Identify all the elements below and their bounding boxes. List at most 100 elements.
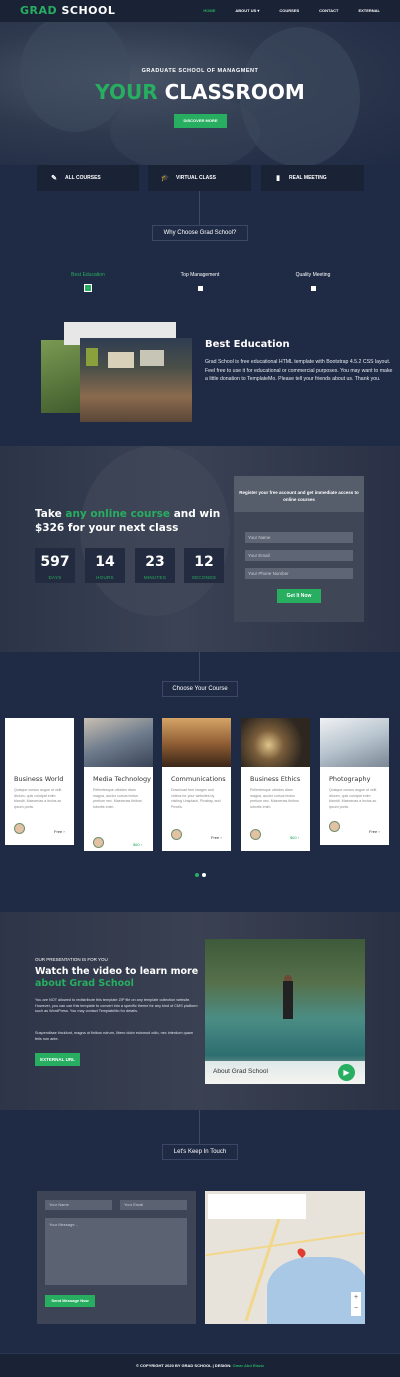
course-price-text: Free xyxy=(369,829,378,834)
course-price[interactable]: Free › xyxy=(211,835,222,840)
course-text: Pellentesque ultricies diam magna, aucto… xyxy=(250,788,299,809)
nav-courses[interactable]: COURSES xyxy=(279,8,299,13)
course-title: Business Ethics xyxy=(250,775,301,783)
divider-line xyxy=(199,191,200,225)
course-image xyxy=(241,718,310,767)
footer-copyright: © COPYRIGHT 2020 BY GRAD SCHOOL | DESIGN… xyxy=(135,1363,233,1368)
map-embed[interactable]: + − xyxy=(205,1191,365,1324)
map-zoom-controls[interactable]: + − xyxy=(351,1292,361,1316)
tab-indicator[interactable] xyxy=(311,286,316,291)
tab-top-management[interactable]: Top Management xyxy=(160,272,240,278)
feature-label: VIRTUAL CLASS xyxy=(176,175,216,181)
video-text: Suspendisse tincidunt, magna ut finibus … xyxy=(35,1031,194,1041)
course-price[interactable]: $60 › xyxy=(290,835,299,840)
carousel-dot[interactable] xyxy=(202,873,206,877)
feature-real-meeting[interactable]: ▮ REAL MEETING xyxy=(261,165,364,191)
course-text: Download free images and videos for your… xyxy=(171,788,221,809)
feature-label: ALL COURSES xyxy=(65,175,101,181)
nav-about-us[interactable]: ABOUT US ▾ xyxy=(235,8,259,13)
discover-more-button[interactable]: DISCOVER MORE xyxy=(174,114,227,128)
nav-home[interactable]: HOME xyxy=(203,8,215,13)
register-name-field[interactable]: Your Name xyxy=(245,532,353,543)
course-price[interactable]: Free › xyxy=(54,829,65,834)
nav-contact[interactable]: CONTACT xyxy=(319,8,338,13)
register-heading: Register your free account and get immed… xyxy=(234,476,364,512)
course-card-media-technology[interactable]: Media Technology Pellentesque ultricies … xyxy=(84,718,153,851)
course-price[interactable]: $60 › xyxy=(133,842,142,847)
course-price-text: Free xyxy=(54,829,63,834)
register-phone-field[interactable]: Your Phone Number xyxy=(245,568,353,579)
countdown-label: DAYS xyxy=(48,575,62,580)
logo-text-part1: GRAD xyxy=(20,4,58,17)
course-card-business-ethics[interactable]: Business Ethics Pellentesque ultricies d… xyxy=(241,718,310,851)
offer-title-highlight: any online course xyxy=(65,508,171,520)
main-nav: HOME ABOUT US ▾ COURSES CONTACT EXTERNAL xyxy=(203,8,380,13)
contact-form: Your Name Your Email Your Message... Sen… xyxy=(37,1191,196,1324)
course-card-photography[interactable]: Photography Quisque cursus augue ut veli… xyxy=(320,718,389,845)
book-icon: ▮ xyxy=(276,175,280,182)
offer-title-pre: Take xyxy=(35,508,66,520)
feature-label: REAL MEETING xyxy=(289,175,327,181)
course-price-text: $60 xyxy=(290,835,297,840)
video-small-heading: OUR PRESENTATION IS FOR YOU xyxy=(35,957,108,962)
video-thumbnail[interactable]: About Grad School ▶ xyxy=(205,939,365,1084)
hero-title-highlight: YOUR xyxy=(95,80,158,104)
course-card-communications[interactable]: Communications Download free images and … xyxy=(162,718,231,851)
divider-line xyxy=(199,1110,200,1144)
education-image-lecture-hall xyxy=(80,338,192,422)
avatar xyxy=(329,821,340,832)
countdown-label: SECONDS xyxy=(191,575,217,580)
pencil-icon: ✎ xyxy=(51,175,57,182)
carousel-dot-active[interactable] xyxy=(195,873,199,877)
hero-title: YOUR CLASSROOM xyxy=(0,80,400,104)
countdown-label: HOURS xyxy=(96,575,114,580)
countdown-value: 14 xyxy=(95,554,115,570)
get-it-now-button[interactable]: Get It Now xyxy=(277,589,321,603)
countdown-seconds: 12 SECONDS xyxy=(184,548,224,583)
video-caption-bar: About Grad School ▶ xyxy=(205,1061,365,1084)
map-info-card xyxy=(208,1194,306,1219)
course-price[interactable]: Free › xyxy=(369,829,380,834)
feature-all-courses[interactable]: ✎ ALL COURSES xyxy=(37,165,139,191)
tab-best-education[interactable]: Best Education xyxy=(48,272,128,278)
contact-name-field[interactable]: Your Name xyxy=(45,1200,112,1210)
nav-external[interactable]: EXTERNAL xyxy=(358,8,380,13)
avatar xyxy=(14,823,25,834)
footer-designer-link[interactable]: Omar Abd Elaziz xyxy=(233,1363,264,1368)
logo[interactable]: GRAD SCHOOL xyxy=(20,4,115,17)
contact-email-field[interactable]: Your Email xyxy=(120,1200,187,1210)
course-title: Media Technology xyxy=(93,775,151,783)
video-text: You are NOT allowed to redistribute this… xyxy=(35,998,198,1013)
course-image xyxy=(162,718,231,767)
contact-message-field[interactable]: Your Message... xyxy=(45,1218,187,1285)
course-price-text: Free xyxy=(211,835,220,840)
tab-quality-meeting[interactable]: Quality Meeting xyxy=(273,272,353,278)
tab-indicator-active[interactable] xyxy=(84,284,92,292)
tab-indicator[interactable] xyxy=(198,286,203,291)
play-icon[interactable]: ▶ xyxy=(338,1064,355,1081)
courses-heading: Choose Your Course xyxy=(162,681,238,697)
course-title: Communications xyxy=(171,775,226,783)
site-header: GRAD SCHOOL HOME ABOUT US ▾ COURSES CONT… xyxy=(0,0,400,22)
countdown-days: 597 DAYS xyxy=(35,548,75,583)
countdown-label: MINUTES xyxy=(143,575,167,580)
divider-line xyxy=(199,652,200,681)
avatar xyxy=(250,829,261,840)
graduation-cap-icon: 🎓 xyxy=(160,175,170,182)
external-url-button[interactable]: EXTERNAL URL xyxy=(35,1053,80,1066)
feature-virtual-class[interactable]: 🎓 VIRTUAL CLASS xyxy=(148,165,251,191)
countdown-value: 12 xyxy=(194,554,214,570)
avatar xyxy=(171,829,182,840)
course-image xyxy=(84,718,153,767)
video-title-highlight: about Grad School xyxy=(35,978,134,989)
hero-subtitle: GRADUATE SCHOOL OF MANAGMENT xyxy=(141,68,259,74)
register-email-field[interactable]: Your Email xyxy=(245,550,353,561)
countdown-value: 23 xyxy=(145,554,165,570)
education-text: Grad School is free educational HTML tem… xyxy=(205,359,393,382)
send-message-button[interactable]: Send Message Now xyxy=(45,1295,95,1307)
contact-heading: Let's Keep In Touch xyxy=(162,1144,238,1160)
countdown-minutes: 23 MINUTES xyxy=(135,548,175,583)
course-card-business-world[interactable]: Business World Quisque cursus augue ut v… xyxy=(5,718,74,845)
hero-title-rest: CLASSROOM xyxy=(157,80,305,104)
video-title: Watch the video to learn more about Grad… xyxy=(35,966,205,990)
